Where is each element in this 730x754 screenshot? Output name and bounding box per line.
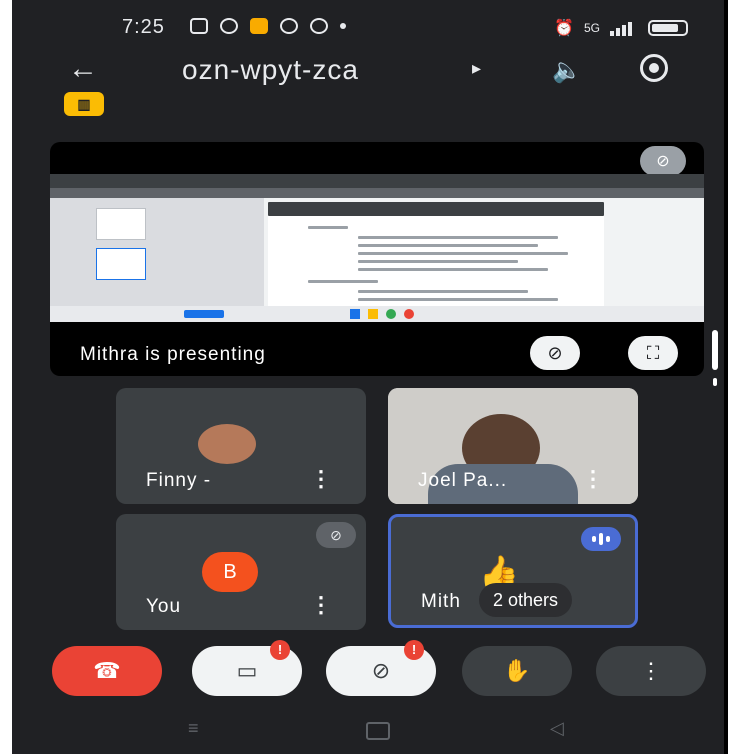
presenter-mic-off-icon: ⊘ xyxy=(640,146,686,176)
network-label: 5G xyxy=(583,21,600,35)
pdf-thumbnail-panel xyxy=(50,198,264,322)
building-badge-icon[interactable]: ▥ xyxy=(64,92,104,116)
phone-screen: 7:25 ⏰ 5G ← ozn-wpyt-zca ▸ 🔈 ▥ ⊘ Mithra … xyxy=(12,0,728,754)
screen-edge xyxy=(724,0,728,754)
speaker-icon[interactable]: 🔈 xyxy=(552,56,582,85)
page-text-line xyxy=(308,280,378,283)
start-menu-icon xyxy=(350,309,360,319)
camera-toggle-button[interactable]: ▭ ! xyxy=(192,640,302,696)
status-time: 7:25 xyxy=(122,16,165,38)
whatsapp-icon xyxy=(220,18,238,34)
raise-hand-icon: ✋ xyxy=(503,658,531,683)
end-call-icon: ☎ xyxy=(93,658,121,683)
taskbar-app-icon xyxy=(368,309,378,319)
presenting-caption: Mithra is presenting xyxy=(80,344,266,365)
alert-badge: ! xyxy=(404,640,424,660)
more-vertical-icon[interactable]: ⋮ xyxy=(582,466,604,492)
more-vertical-icon[interactable]: ⋮ xyxy=(310,466,332,492)
participant-name: You xyxy=(146,596,182,617)
app-icon xyxy=(310,18,328,34)
page-text-line xyxy=(358,298,558,301)
participant-name: Mith xyxy=(421,591,461,612)
browser-toolbar xyxy=(50,188,704,198)
more-notifications-dot xyxy=(340,23,346,29)
page-text-line xyxy=(358,290,528,293)
page-text-line xyxy=(268,202,604,216)
fullscreen-icon[interactable]: ⛶ xyxy=(628,336,678,370)
taskbar-app-icon xyxy=(386,309,396,319)
page-text-line xyxy=(358,260,518,263)
pdf-thumbnail xyxy=(96,248,146,280)
recents-icon[interactable]: ≡ xyxy=(188,718,199,739)
participant-tile-you[interactable]: ⊘ B You ⋮ xyxy=(116,514,366,630)
windows-taskbar xyxy=(50,306,704,322)
cast-icon xyxy=(190,18,208,34)
page-text-line xyxy=(358,244,538,247)
more-vertical-icon: ⋮ xyxy=(640,658,662,683)
taskbar-app-icon xyxy=(404,309,414,319)
back-icon[interactable]: ◁ xyxy=(550,718,564,739)
page-text-line xyxy=(308,226,348,229)
page-text-line xyxy=(358,252,568,255)
page-text-line xyxy=(358,268,548,271)
chrome-icon xyxy=(280,18,298,34)
system-icons: ⏰ 5G xyxy=(554,18,688,38)
raise-hand-button[interactable]: ✋ xyxy=(462,646,572,696)
switch-camera-icon[interactable] xyxy=(640,54,668,82)
alarm-icon: ⏰ xyxy=(554,20,574,37)
participant-name: Finny - xyxy=(146,470,212,491)
speaking-indicator-icon xyxy=(581,527,621,551)
participant-tile-mithra[interactable]: 👍 Mith 2 others xyxy=(388,514,638,628)
scrollbar-thumb[interactable] xyxy=(712,330,718,370)
end-call-button[interactable]: ☎ xyxy=(52,646,162,696)
others-chip[interactable]: 2 others xyxy=(479,583,573,617)
scrollbar-indicator xyxy=(713,378,717,386)
battery-icon xyxy=(648,20,688,36)
back-arrow-icon[interactable]: ← xyxy=(68,52,98,86)
notes-icon xyxy=(250,18,268,34)
mic-off-icon: ⊘ xyxy=(316,522,356,548)
presentation-view[interactable]: ⊘ Mithra is presenting ⊘ ⛶ xyxy=(50,142,704,376)
taskbar-button xyxy=(184,310,224,318)
camera-off-icon: ▭ xyxy=(236,658,258,683)
home-icon[interactable] xyxy=(366,722,390,740)
mic-toggle-button[interactable]: ⊘ ! xyxy=(326,640,436,696)
participant-avatar xyxy=(198,424,256,464)
signal-icon xyxy=(610,20,638,36)
page-text-line xyxy=(358,236,558,239)
system-nav-bar: ≡ ◁ xyxy=(12,700,728,754)
notification-icons xyxy=(190,18,346,34)
meeting-info-caret-icon[interactable]: ▸ xyxy=(472,58,481,79)
more-options-button[interactable]: ⋮ xyxy=(596,646,706,696)
participant-tile-finny[interactable]: Finny - ⋮ xyxy=(116,388,366,504)
pin-off-icon[interactable]: ⊘ xyxy=(530,336,580,370)
browser-tab-bar xyxy=(50,174,704,188)
shared-screen-image xyxy=(50,174,704,322)
pdf-thumbnail xyxy=(96,208,146,240)
avatar-you: B xyxy=(202,552,258,592)
pdf-page xyxy=(268,202,604,322)
participant-name: Joel Pa... xyxy=(418,470,508,491)
more-vertical-icon[interactable]: ⋮ xyxy=(310,592,332,618)
alert-badge: ! xyxy=(270,640,290,660)
meeting-top-bar: ← ozn-wpyt-zca ▸ 🔈 xyxy=(12,52,728,92)
mic-off-icon: ⊘ xyxy=(371,658,391,683)
meeting-code[interactable]: ozn-wpyt-zca xyxy=(182,54,359,86)
participant-tile-joel[interactable]: Joel Pa... ⋮ xyxy=(388,388,638,504)
